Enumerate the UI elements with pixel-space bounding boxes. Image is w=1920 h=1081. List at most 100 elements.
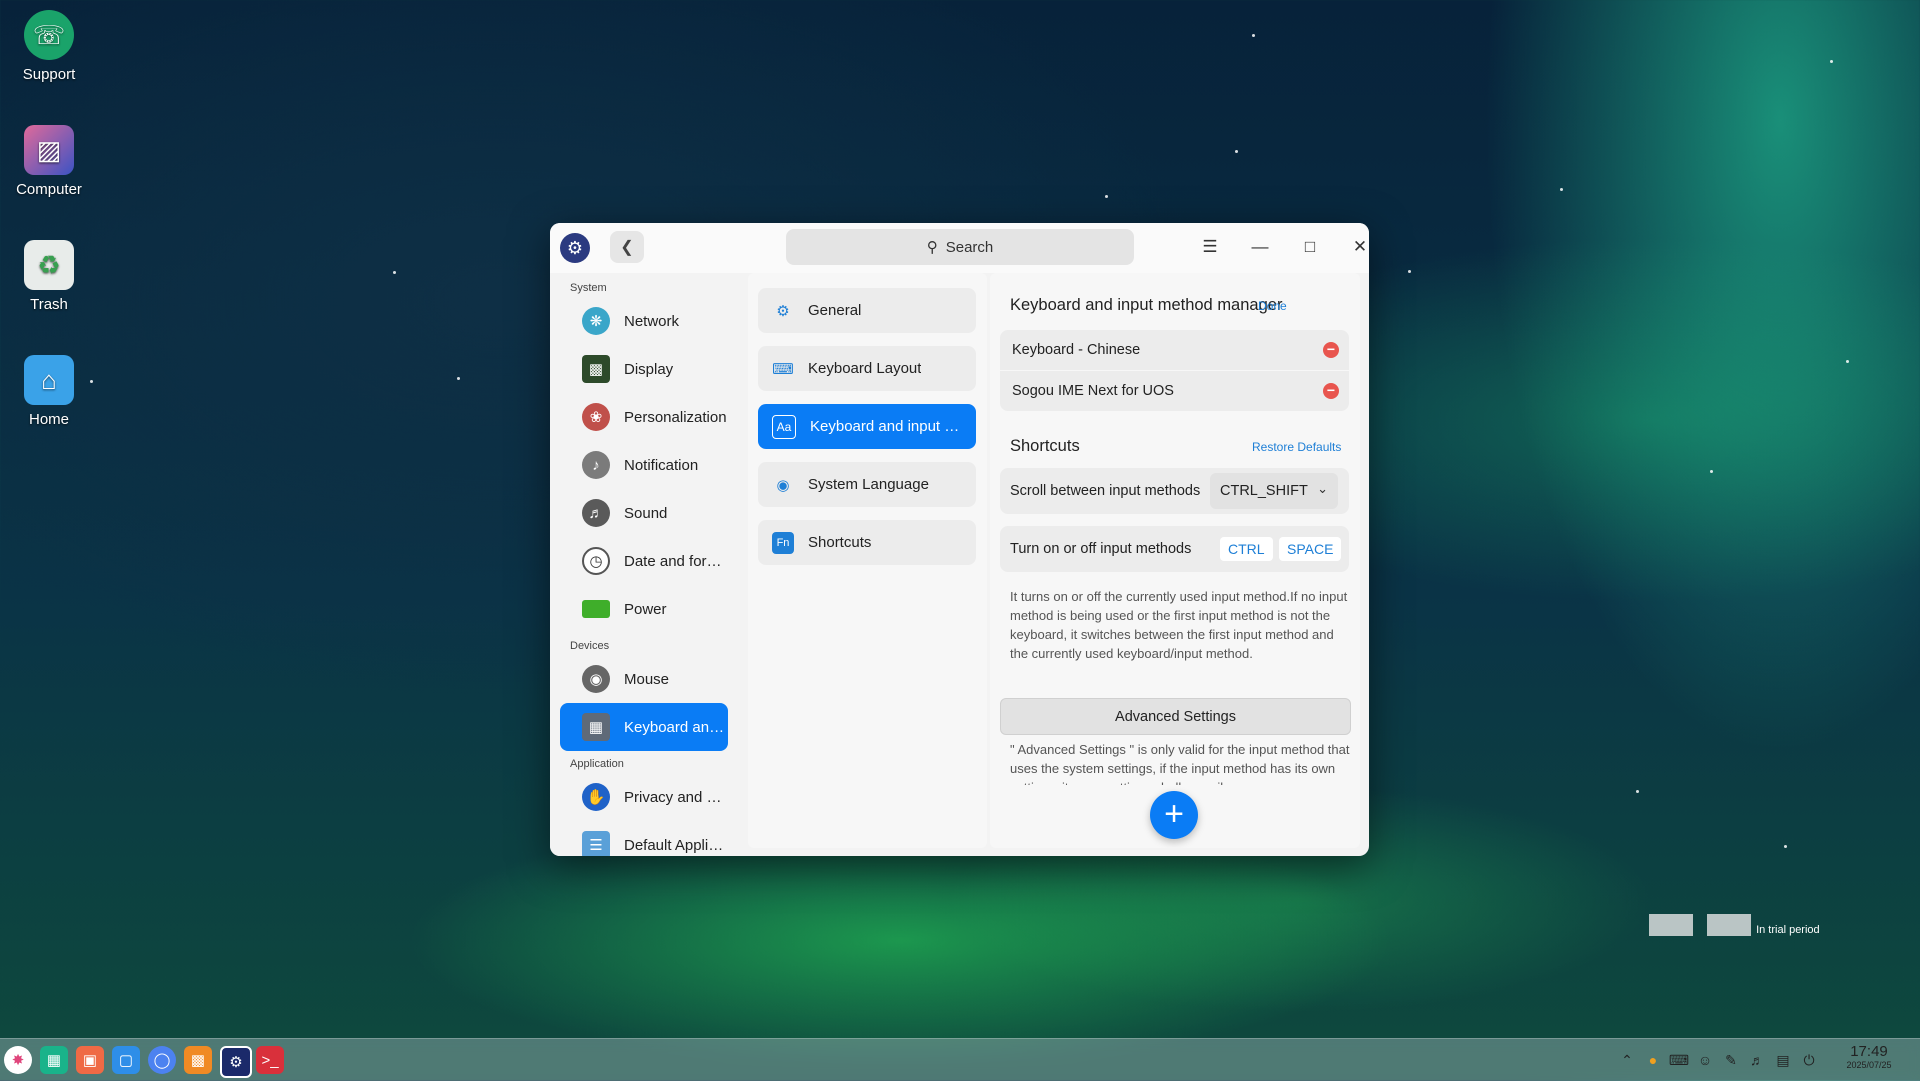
office-icon[interactable]: ▩ (184, 1046, 212, 1074)
desktop-icon-trash[interactable]: ♻ Trash (4, 240, 94, 313)
power-icon[interactable]: ⏻ (1799, 1050, 1819, 1070)
chevron-down-icon: ⌄ (1317, 481, 1328, 496)
done-link[interactable]: Done (1258, 299, 1287, 313)
desktop-icon-computer[interactable]: ▨ Computer (4, 125, 94, 198)
clock-icon: ◷ (582, 547, 610, 575)
fn-key-icon: Fn (772, 531, 794, 554)
monitor-icon: ▨ (24, 125, 74, 175)
sidebar-item-label: Power (624, 600, 667, 618)
input-method-icon: Aa (772, 414, 796, 439)
sidebar-item-label: Notification (624, 456, 699, 474)
search-icon: ⚲ (926, 239, 938, 256)
shield-icon: ✋ (582, 783, 610, 811)
launcher-icon[interactable]: ✸ (4, 1046, 32, 1074)
sidebar-item-label: Network (624, 312, 680, 330)
default-apps-icon: ☰ (582, 831, 610, 856)
remove-icon[interactable]: − (1323, 342, 1339, 358)
sidebar-item-privacy[interactable]: ✋ Privacy and S… (560, 773, 728, 821)
control-center-icon[interactable]: ⚙ (220, 1046, 252, 1078)
keyboard-tray-icon[interactable]: ⌨ (1669, 1050, 1689, 1070)
input-method-row[interactable]: Keyboard - Chinese − (1000, 330, 1349, 370)
desktop-icon-support[interactable]: ☏ Support (4, 10, 94, 83)
subnav-label: General (808, 302, 862, 319)
multitask-icon[interactable]: ▦ (40, 1046, 68, 1074)
minimize-button[interactable]: — (1243, 231, 1277, 263)
desktop-icon-label: Home (28, 411, 69, 428)
chevron-left-icon: ❮ (620, 239, 634, 256)
remove-icon[interactable]: − (1323, 383, 1339, 399)
sidebar-item-label: Mouse (624, 670, 670, 688)
sidebar-item-mouse[interactable]: ◉ Mouse (560, 655, 728, 703)
shortcut-key-space: SPACE (1279, 537, 1342, 561)
trial-text: In trial period (1756, 924, 1820, 936)
maximize-button[interactable]: □ (1293, 231, 1327, 263)
sidebar-item-label: Date and for… (624, 552, 722, 570)
sidebar-item-network[interactable]: ❋ Network (560, 297, 728, 345)
sidebar-item-label: Privacy and S… (624, 788, 728, 806)
clock[interactable]: 17:49 2025/07/25 (1828, 1043, 1910, 1070)
close-icon: ✕ (1352, 237, 1368, 256)
scroll-shortcut-select[interactable]: CTRL_SHIFT ⌄ (1210, 473, 1338, 509)
headset-icon: ☏ (24, 10, 74, 60)
bell-icon: ♪ (582, 451, 610, 479)
file-manager-icon[interactable]: ▢ (112, 1046, 140, 1074)
input-method-label: Keyboard - Chinese (1012, 342, 1141, 358)
input-method-row[interactable]: Sogou IME Next for UOS − (1000, 371, 1349, 411)
sidebar-item-label: Display (624, 360, 674, 378)
sidebar: System ❋ Network ▩ Display ❀ Personaliza… (550, 273, 738, 856)
subnav-shortcuts[interactable]: Fn Shortcuts (758, 520, 976, 565)
pen-tray-icon[interactable]: ✎ (1721, 1050, 1741, 1070)
sidebar-item-default-apps[interactable]: ☰ Default Appli… (560, 821, 728, 856)
terminal-icon[interactable]: >_ (256, 1046, 284, 1074)
subnav-general[interactable]: ⚙ General (758, 288, 976, 333)
subnav-label: Keyboard Layout (808, 360, 922, 377)
advanced-settings-button[interactable]: Advanced Settings (1000, 698, 1351, 735)
watermark-logo (1649, 914, 1693, 936)
sidebar-item-keyboard[interactable]: ▦ Keyboard an… (560, 703, 728, 751)
advanced-settings-description: " Advanced Settings " is only valid for … (1010, 742, 1350, 785)
sidebar-section-system: System (570, 282, 607, 294)
toggle-description: It turns on or off the currently used in… (1010, 589, 1348, 661)
browser-icon[interactable]: ◯ (148, 1046, 176, 1074)
taskbar: ✸ ▦ ▣ ▢ ◯ ▩ ⚙ >_ ⌃ ● ⌨ ☺ ✎ ♬ ▤ ⏻ 17:49 2… (0, 1038, 1920, 1081)
volume-icon[interactable]: ♬ (1747, 1050, 1767, 1070)
toggle-input-methods-label: Turn on or off input methods (1010, 541, 1192, 557)
menu-button[interactable]: ☰ (1193, 231, 1227, 263)
globe-icon: ◉ (776, 476, 790, 494)
app-store-icon[interactable]: ▣ (76, 1046, 104, 1074)
sidebar-item-notification[interactable]: ♪ Notification (560, 441, 728, 489)
maximize-icon: □ (1304, 237, 1316, 256)
close-button[interactable]: ✕ (1343, 231, 1369, 263)
network-tray-icon[interactable]: ▤ (1773, 1050, 1793, 1070)
watermark-logo (1707, 914, 1751, 936)
page-title: Keyboard and input method manager (1010, 296, 1283, 314)
control-center-logo-icon: ⚙ (560, 233, 590, 263)
gear-icon: ⚙ (776, 302, 790, 320)
desktop-icon-home[interactable]: ⌂ Home (4, 355, 94, 428)
input-method-tray-icon[interactable]: ● (1643, 1050, 1663, 1070)
add-input-method-button[interactable]: + (1150, 791, 1198, 839)
settings-window: ⚙ ❮ ⚲ Search ☰ — □ ✕ System ❋ Network ▩ … (550, 223, 1369, 856)
network-icon: ❋ (582, 307, 610, 335)
subnav-input-method[interactable]: Aa Keyboard and input m… (758, 404, 976, 449)
back-button[interactable]: ❮ (610, 231, 644, 263)
subnav-keyboard-layout[interactable]: ⌨ Keyboard Layout (758, 346, 976, 391)
search-input[interactable]: ⚲ Search (786, 229, 1134, 265)
sidebar-section-application: Application (570, 758, 624, 770)
trial-watermark: In trial period (1649, 914, 1820, 936)
subnav-system-language[interactable]: ◉ System Language (758, 462, 976, 507)
plus-icon: + (1164, 795, 1184, 833)
clock-time: 17:49 (1850, 1043, 1888, 1060)
tray-expand-icon[interactable]: ⌃ (1617, 1050, 1637, 1070)
toggle-input-methods-row[interactable]: Turn on or off input methods CTRL SPACE (1000, 526, 1349, 572)
sidebar-item-date-and-format[interactable]: ◷ Date and for… (560, 537, 728, 585)
sidebar-item-personalization[interactable]: ❀ Personalization (560, 393, 728, 441)
restore-defaults-link[interactable]: Restore Defaults (1252, 440, 1341, 454)
scroll-input-methods-row: Scroll between input methods CTRL_SHIFT … (1000, 468, 1349, 514)
sidebar-item-power[interactable]: ​ Power (560, 585, 728, 633)
sidebar-item-display[interactable]: ▩ Display (560, 345, 728, 393)
search-placeholder: Search (945, 238, 994, 256)
assistant-tray-icon[interactable]: ☺ (1695, 1050, 1715, 1070)
sidebar-item-sound[interactable]: ♬ Sound (560, 489, 728, 537)
desktop-icon-label: Trash (30, 296, 68, 313)
